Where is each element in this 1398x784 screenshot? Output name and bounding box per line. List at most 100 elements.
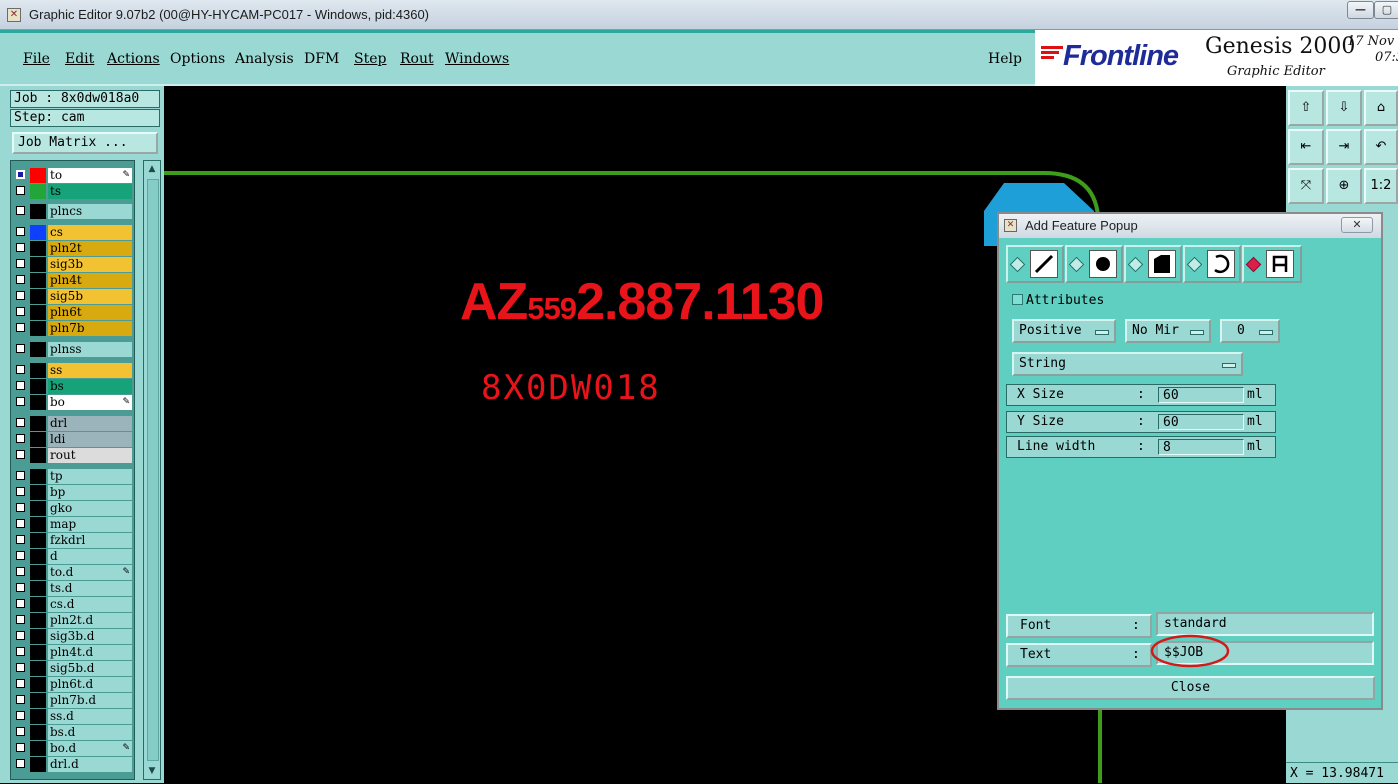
scroll-thumb[interactable] bbox=[147, 179, 159, 761]
layer-name[interactable]: bp bbox=[48, 485, 132, 500]
layer-color-swatch[interactable] bbox=[30, 225, 46, 240]
menu-analysis[interactable]: Analysis bbox=[235, 51, 294, 67]
layer-color-swatch[interactable] bbox=[30, 485, 46, 500]
menu-file[interactable]: File bbox=[23, 51, 50, 67]
y-size-input[interactable]: 60 bbox=[1158, 414, 1244, 430]
layer-color-swatch[interactable] bbox=[30, 757, 46, 772]
layer-row-14[interactable]: drl bbox=[14, 416, 132, 431]
arrow-in-left-icon[interactable]: ⇤ bbox=[1288, 129, 1324, 165]
layer-checkbox[interactable] bbox=[16, 695, 25, 704]
layer-color-swatch[interactable] bbox=[30, 363, 46, 378]
layer-name[interactable]: pln6t bbox=[48, 305, 132, 320]
layer-color-swatch[interactable] bbox=[30, 533, 46, 548]
layer-checkbox[interactable] bbox=[16, 365, 25, 374]
layer-checkbox[interactable] bbox=[16, 307, 25, 316]
layer-name[interactable]: ss bbox=[48, 363, 132, 378]
mirror-select[interactable]: No Mir bbox=[1125, 319, 1211, 343]
layer-name[interactable]: bo.d ✎ bbox=[48, 741, 132, 756]
layer-row-28[interactable]: pln4t.d bbox=[14, 645, 132, 660]
layer-name[interactable]: pln2t bbox=[48, 241, 132, 256]
layer-name[interactable]: to ✎ bbox=[48, 168, 132, 183]
layer-checkbox[interactable] bbox=[16, 418, 25, 427]
layer-row-9[interactable]: pln7b bbox=[14, 321, 132, 336]
layer-name[interactable]: sig5b.d bbox=[48, 661, 132, 676]
layer-checkbox[interactable] bbox=[16, 344, 25, 353]
menu-edit[interactable]: Edit bbox=[65, 51, 94, 67]
layer-row-19[interactable]: gko bbox=[14, 501, 132, 516]
layer-color-swatch[interactable] bbox=[30, 273, 46, 288]
layer-checkbox[interactable] bbox=[16, 471, 25, 480]
layer-color-swatch[interactable] bbox=[30, 677, 46, 692]
layer-name[interactable]: to.d ✎ bbox=[48, 565, 132, 580]
layer-checkbox[interactable] bbox=[16, 599, 25, 608]
layer-row-31[interactable]: pln7b.d bbox=[14, 693, 132, 708]
layer-name[interactable]: fzkdrl bbox=[48, 533, 132, 548]
layer-color-swatch[interactable] bbox=[30, 693, 46, 708]
pad-tool-button[interactable] bbox=[1065, 245, 1123, 283]
layer-checkbox[interactable] bbox=[16, 567, 25, 576]
maximize-button[interactable]: ▢ bbox=[1374, 1, 1398, 19]
layer-checkbox[interactable] bbox=[16, 519, 25, 528]
scroll-down-icon[interactable]: ▼ bbox=[146, 765, 158, 777]
layer-name[interactable]: plncs bbox=[48, 204, 132, 219]
layer-row-30[interactable]: pln6t.d bbox=[14, 677, 132, 692]
layer-row-26[interactable]: pln2t.d bbox=[14, 613, 132, 628]
layer-checkbox[interactable] bbox=[16, 186, 25, 195]
layer-name[interactable]: bs.d bbox=[48, 725, 132, 740]
layer-color-swatch[interactable] bbox=[30, 342, 46, 357]
layer-color-swatch[interactable] bbox=[30, 549, 46, 564]
layer-checkbox[interactable] bbox=[16, 381, 25, 390]
scale-icon[interactable]: 1:2 bbox=[1364, 168, 1398, 204]
layer-row-15[interactable]: ldi bbox=[14, 432, 132, 447]
minimize-button[interactable]: — bbox=[1347, 1, 1374, 19]
layer-row-2[interactable]: plncs bbox=[14, 204, 132, 219]
layer-color-swatch[interactable] bbox=[30, 597, 46, 612]
layer-name[interactable]: cs bbox=[48, 225, 132, 240]
layer-color-swatch[interactable] bbox=[30, 661, 46, 676]
layer-checkbox[interactable] bbox=[16, 711, 25, 720]
layer-color-swatch[interactable] bbox=[30, 184, 46, 199]
layer-color-swatch[interactable] bbox=[30, 395, 46, 410]
layer-color-swatch[interactable] bbox=[30, 168, 46, 183]
text-tool-button[interactable] bbox=[1242, 245, 1302, 283]
layer-name[interactable]: sig3b.d bbox=[48, 629, 132, 644]
layer-color-swatch[interactable] bbox=[30, 501, 46, 516]
layer-name[interactable]: drl bbox=[48, 416, 132, 431]
layer-row-12[interactable]: bs bbox=[14, 379, 132, 394]
layer-checkbox[interactable] bbox=[16, 227, 25, 236]
layer-color-swatch[interactable] bbox=[30, 469, 46, 484]
layer-color-swatch[interactable] bbox=[30, 517, 46, 532]
polarity-select[interactable]: Positive bbox=[1012, 319, 1116, 343]
layer-name[interactable]: drl.d bbox=[48, 757, 132, 772]
scroll-up-icon[interactable]: ▲ bbox=[146, 163, 158, 175]
layer-row-23[interactable]: to.d ✎ bbox=[14, 565, 132, 580]
layer-name[interactable]: rout bbox=[48, 448, 132, 463]
layer-checkbox[interactable] bbox=[16, 551, 25, 560]
layer-checkbox[interactable] bbox=[16, 487, 25, 496]
layer-color-swatch[interactable] bbox=[30, 289, 46, 304]
layer-row-5[interactable]: sig3b bbox=[14, 257, 132, 272]
surface-tool-button[interactable] bbox=[1124, 245, 1182, 283]
layer-name[interactable]: pln4t.d bbox=[48, 645, 132, 660]
layer-row-34[interactable]: bo.d ✎ bbox=[14, 741, 132, 756]
undo-icon[interactable]: ↶ bbox=[1364, 129, 1398, 165]
layer-row-7[interactable]: sig5b bbox=[14, 289, 132, 304]
menu-dfm[interactable]: DFM bbox=[304, 51, 339, 67]
menu-step[interactable]: Step bbox=[354, 51, 386, 67]
layer-row-16[interactable]: rout bbox=[14, 448, 132, 463]
layer-name[interactable]: bs bbox=[48, 379, 132, 394]
layer-name[interactable]: ts.d bbox=[48, 581, 132, 596]
layer-checkbox[interactable] bbox=[16, 679, 25, 688]
layer-name[interactable]: ldi bbox=[48, 432, 132, 447]
layer-row-35[interactable]: drl.d bbox=[14, 757, 132, 772]
home-icon[interactable]: ⌂ bbox=[1364, 90, 1398, 126]
layer-row-1[interactable]: ts bbox=[14, 184, 132, 199]
layer-row-13[interactable]: bo ✎ bbox=[14, 395, 132, 410]
layer-checkbox[interactable] bbox=[16, 663, 25, 672]
layer-checkbox[interactable] bbox=[16, 275, 25, 284]
layer-name[interactable]: sig3b bbox=[48, 257, 132, 272]
arc-tool-button[interactable] bbox=[1183, 245, 1241, 283]
layer-name[interactable]: pln4t bbox=[48, 273, 132, 288]
layer-checkbox[interactable] bbox=[16, 535, 25, 544]
menu-options[interactable]: Options bbox=[170, 51, 225, 67]
